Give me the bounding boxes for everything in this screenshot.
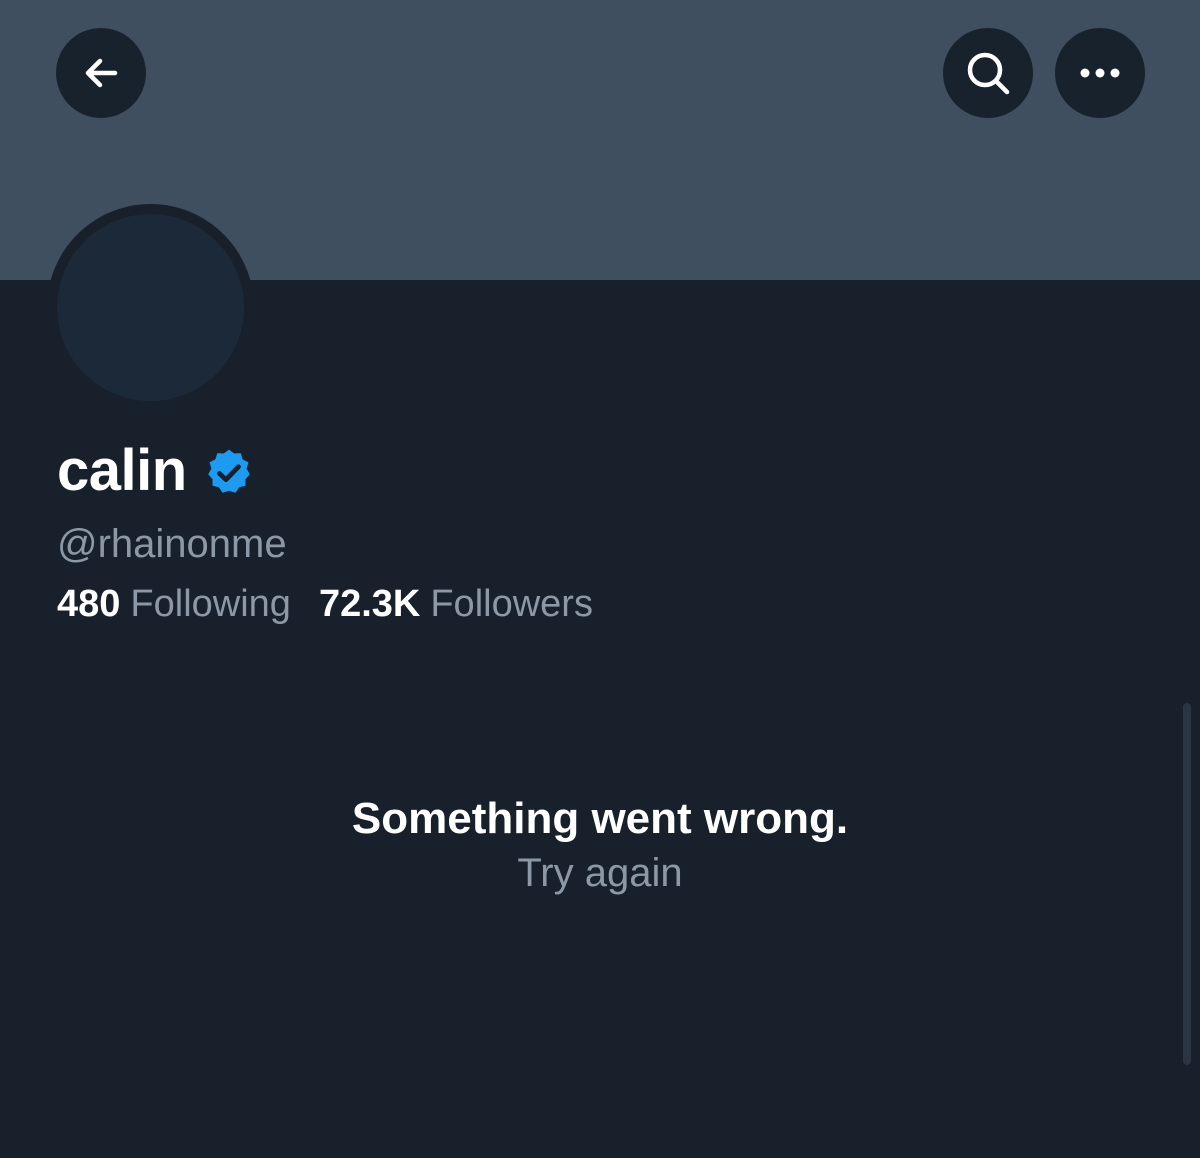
arrow-left-icon (85, 58, 118, 88)
search-icon (967, 52, 1010, 95)
error-message-block: Something went wrong. Try again (0, 792, 1200, 900)
more-options-button[interactable] (1055, 28, 1145, 118)
followers-link[interactable]: 72.3K Followers (319, 580, 593, 628)
following-count: 480 (57, 583, 121, 625)
back-button[interactable] (56, 28, 146, 118)
avatar[interactable] (57, 214, 244, 401)
more-horizontal-icon (1080, 68, 1120, 78)
follow-stats: 480 Following 72.3K Followers (57, 580, 593, 628)
scrollbar[interactable] (1183, 703, 1191, 1065)
try-again-button[interactable]: Try again (0, 846, 1200, 900)
followers-label: Followers (430, 583, 593, 625)
avatar-frame (47, 204, 254, 411)
display-name: calin (57, 438, 187, 503)
verified-badge-icon[interactable] (203, 447, 255, 499)
search-button[interactable] (943, 28, 1033, 118)
error-title: Something went wrong. (351, 794, 849, 843)
following-label: Following (130, 583, 291, 625)
followers-count: 72.3K (318, 583, 421, 625)
user-handle: @rhainonme (57, 522, 287, 566)
following-link[interactable]: 480 Following (57, 580, 291, 628)
display-name-row: calin (57, 436, 255, 506)
